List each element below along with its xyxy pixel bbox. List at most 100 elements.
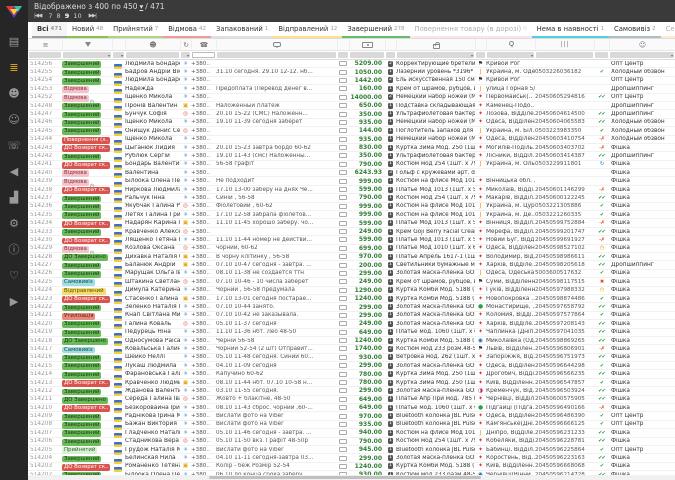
ttn-number[interactable]: 20450599752884 [535,220,594,226]
client-phone[interactable]: +380.. [191,363,216,369]
ttn-number[interactable]: 20450600122245 [535,195,594,201]
sidebar-item-stats[interactable]: ▟ [0,184,28,210]
order-row[interactable]: 514203 ДО Возврат ск.. Романенко Тетяна … [28,463,675,471]
ttn-number[interactable]: 20450596223163 [535,455,594,461]
client-phone[interactable]: +380.. [191,270,216,276]
client-phone[interactable]: +380.. [191,220,216,226]
ttn-number[interactable]: 20450597988332 [535,287,594,293]
filter-city[interactable] [487,52,534,58]
filter-source[interactable] [181,52,190,58]
ttn-number[interactable]: 0503229911801 [535,161,594,167]
filter-id[interactable] [29,52,61,58]
filter-ttn-status[interactable] [595,52,608,58]
ttn-number[interactable]: 20450601146299 [535,187,594,193]
page-size-caret[interactable]: ▾ [140,2,144,11]
ttn-number[interactable]: 20450603414387 [535,153,594,159]
page-button-8[interactable]: 8 [56,12,62,20]
tab-Завершений[interactable]: Завершений278 [342,22,409,38]
filter-ttn[interactable] [536,52,593,58]
ttn-number[interactable]: 20450596644298 [535,363,594,369]
order-row[interactable]: 514253 Відмова Надежда ✳ +380.. Предопла… [28,85,675,93]
ttn-number[interactable]: 20450596547857 [535,380,594,386]
order-row[interactable]: 514239 Відмова◷ Білоока Олена Петр.. ✳ +… [28,177,675,185]
client-phone[interactable]: +380.. [191,170,216,176]
ttn-number[interactable]: 20450598869265 [535,338,594,344]
order-row[interactable]: 514218 ДО Завершено Односумова Раіса І..… [28,337,675,345]
ttn-number[interactable]: 20450596666125 [535,421,594,427]
order-row[interactable]: 514219 Завершений Педурець Ніна ✳ +380..… [28,329,675,337]
filter-client[interactable] [126,52,179,58]
order-row[interactable]: 514229 Відмова◷ Козлова Оксана ◎ +380.. … [28,245,675,253]
ttn-number[interactable]: 20450603403702 [535,145,594,151]
page-button-7[interactable]: 7 [47,12,53,20]
tab-Відмова[interactable]: Відмова42 [163,22,211,38]
order-row[interactable]: 514238 ДО Возврат ск.. Ниркова Людмила ✳… [28,186,675,194]
order-row[interactable]: 514208 Завершений Бажан Виктория ✳ +380.… [28,421,675,429]
order-row[interactable]: 514217 Самовивіз Ковальська Галина ✳ +38… [28,345,675,353]
client-phone[interactable]: +380.. [191,229,216,235]
ttn-number[interactable]: 5003600517632 [535,270,594,276]
ttn-number[interactable]: 20450596225864 [535,447,594,453]
client-phone[interactable]: +380.. [191,405,216,411]
sidebar-item-info[interactable]: ⓘ [0,236,28,262]
order-row[interactable]: 514221 Утилізація Кнап Світлана Миха.. ✳… [28,312,675,320]
column-id[interactable]: ≡ [28,39,62,50]
client-phone[interactable]: +380.. [191,396,216,402]
sidebar-item-calls[interactable]: ☏ [0,132,28,158]
ttn-number[interactable]: 20450598874486 [535,296,594,302]
tab-Відправлений[interactable]: Відправлений12 [273,22,342,38]
ttn-number[interactable]: 20450596668068 [535,463,594,469]
client-phone[interactable]: +380.. [191,61,216,67]
order-row[interactable]: 514247 Завершений Бунчук Софія ◎ +380.. … [28,110,675,118]
sidebar-item-orders[interactable]: ≣ [0,54,28,80]
client-phone[interactable]: +380.. [191,296,216,302]
order-row[interactable]: 514226 Завершений Марущак Ольга Іва.. ✳ … [28,270,675,278]
client-phone[interactable]: +380.. [191,346,216,352]
sidebar-item-dashboard[interactable]: ▤ [0,28,28,54]
ttn-number[interactable]: 20450596806901 [535,346,594,352]
sidebar-item-clients[interactable]: ☻ [0,80,28,106]
client-phone[interactable]: +380.. [191,254,216,260]
client-phone[interactable]: +380.. [191,153,216,159]
order-row[interactable]: 514212 Завершений Жданова Валентина ✳ +3… [28,387,675,395]
order-row[interactable]: 514227 Завершений Баланюк Андрій ▣ +380.… [28,261,675,269]
column-source[interactable]: ↻ [180,39,191,50]
horizontal-scrollbar[interactable] [28,475,675,480]
order-row[interactable]: 514237 Завершений Ральчук Інна ✳ +380.. … [28,194,675,202]
order-row[interactable]: 514225 Самовивіз Штакина Светлана ◎ +380… [28,278,675,286]
client-phone[interactable]: +380.. [191,145,216,151]
client-phone[interactable]: +380.. [191,86,216,92]
ttn-number[interactable]: 20450598986611 [535,254,594,260]
order-row[interactable]: 514255 Завершений Бадров Андрій Вікт.. ✳… [28,68,675,76]
ttn-number[interactable]: 0503223983350 [535,128,594,134]
ttn-number[interactable]: 20450604065583 [535,119,594,125]
scrollbar-thumb[interactable] [209,476,481,479]
order-row[interactable]: 514242 Завершений Рублюк Сергій ✳ +380..… [28,152,675,160]
client-phone[interactable]: +380.. [191,430,216,436]
client-phone[interactable]: +380.. [191,304,216,310]
order-row[interactable]: 514240 Відмова Валентина ✳ +380.. 6243.9… [28,169,675,177]
ttn-number[interactable]: 20450596503924 [535,388,594,394]
filter-status[interactable] [63,52,111,58]
order-row[interactable]: 514245 Завершений Онищук Денис Сергі.. ◎… [28,127,675,135]
order-row[interactable]: 514235 Завершений Летях Галина Григо.. ✳… [28,211,675,219]
ttn-number[interactable]: 20450596231233 [535,430,594,436]
order-row[interactable]: 514230 ДО Возврат ск.. Лященко Тетяна Ів… [28,236,675,244]
client-phone[interactable]: +380.. [191,455,216,461]
client-phone[interactable]: +380.. [191,354,216,360]
order-row[interactable]: 514222 Завершений Зеленко Наталія Па.. ✳… [28,303,675,311]
ttn-number[interactable]: 20450605294816 [535,94,594,100]
order-row[interactable]: 514214 Завершений Фарановська Галина ✳ +… [28,370,675,378]
client-phone[interactable]: +380.. [191,237,216,243]
order-row[interactable]: 514246 Завершений Іщенко Микола ✳ +380..… [28,119,675,127]
client-phone[interactable]: +380.. [191,94,216,100]
column-product[interactable] [396,39,475,50]
ttn-number[interactable]: 20450596486390 [535,413,594,419]
ttn-number[interactable]: 20450597658792 [535,304,594,310]
sidebar-item-settings[interactable]: ⚙ [0,210,28,236]
filter-phone[interactable] [192,52,215,58]
filter-carrier[interactable] [476,52,485,58]
order-row[interactable]: 514233 Завершений Кравченко Алексей ◎ +3… [28,228,675,236]
first-page-button[interactable]: |◀◀ [34,13,41,19]
order-row[interactable]: 514204 Завершений Белинская Нила ✳ +380.… [28,454,675,462]
